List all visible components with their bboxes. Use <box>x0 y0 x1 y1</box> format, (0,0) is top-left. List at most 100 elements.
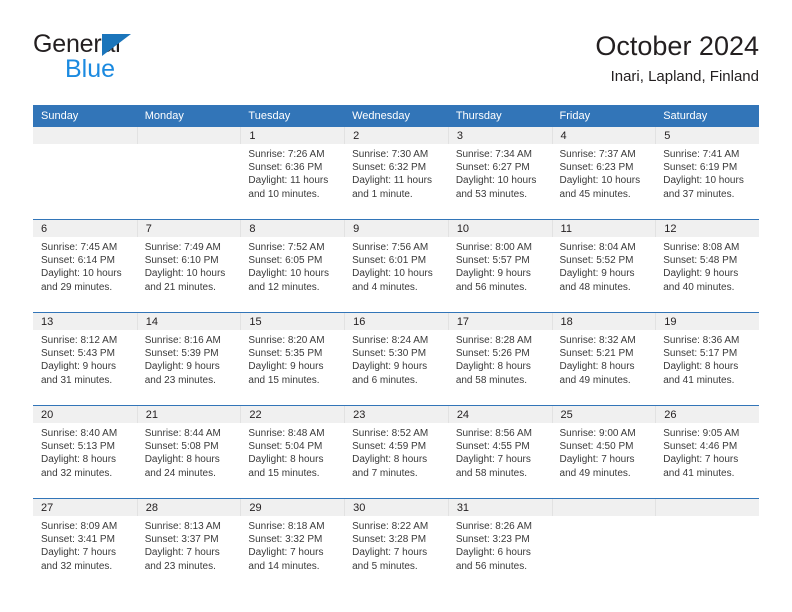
day-sun-info: Sunrise: 8:36 AM Sunset: 5:17 PM Daylight:… <box>655 330 759 387</box>
weekday-header-friday: Friday <box>551 105 656 127</box>
daylight-duration-line2: and 37 minutes. <box>663 188 735 200</box>
sunset-time: Sunset: 4:50 PM <box>559 441 634 453</box>
calendar-day-cell[interactable]: 4 Sunrise: 7:37 AM Sunset: 6:23 PM Daylight… <box>551 127 656 220</box>
sunrise-time: Sunrise: 8:26 AM <box>455 521 532 532</box>
calendar-day-cell[interactable]: 25 Sunrise: 9:00 AM Sunset: 4:50 PM Dayligh… <box>551 405 656 499</box>
calendar-week-row: 20 Sunrise: 8:40 AM Sunset: 5:13 PM Dayligh… <box>33 405 759 499</box>
calendar-day-cell[interactable]: 5 Sunrise: 7:41 AM Sunset: 6:19 PM Daylight… <box>655 127 759 220</box>
day-number: 11 <box>551 220 656 237</box>
sunset-time: Sunset: 4:59 PM <box>352 441 427 453</box>
calendar-day-cell[interactable]: 18 Sunrise: 8:32 AM Sunset: 5:21 PM Dayligh… <box>551 312 656 406</box>
calendar-day-cell[interactable]: 26 Sunrise: 9:05 AM Sunset: 4:46 PM Dayligh… <box>655 405 759 499</box>
daylight-duration-line2: and 6 minutes. <box>352 374 418 386</box>
day-cell-inner <box>33 127 137 219</box>
daylight-duration-line2: and 7 minutes. <box>352 467 418 479</box>
calendar-day-cell[interactable]: 8 Sunrise: 7:52 AM Sunset: 6:05 PM Daylight… <box>240 219 345 313</box>
day-number <box>655 499 759 516</box>
daylight-duration-line2: and 14 minutes. <box>248 560 320 572</box>
calendar-day-cell[interactable]: 21 Sunrise: 8:44 AM Sunset: 5:08 PM Dayligh… <box>136 405 241 499</box>
daylight-duration-line2: and 58 minutes. <box>455 374 527 386</box>
calendar-day-cell[interactable]: 17 Sunrise: 8:28 AM Sunset: 5:26 PM Dayligh… <box>447 312 552 406</box>
daylight-duration-line1: Daylight: 9 hours <box>455 268 531 280</box>
day-number: 28 <box>136 499 241 516</box>
calendar-day-cell[interactable]: 11 Sunrise: 8:04 AM Sunset: 5:52 PM Dayligh… <box>551 219 656 313</box>
day-cell-inner: 2 Sunrise: 7:30 AM Sunset: 6:32 PM Daylight… <box>344 127 448 219</box>
daylight-duration-line1: Daylight: 10 hours <box>352 268 433 280</box>
day-sun-info: Sunrise: 8:24 AM Sunset: 5:30 PM Daylight:… <box>344 330 448 387</box>
calendar-day-cell[interactable]: 19 Sunrise: 8:36 AM Sunset: 5:17 PM Dayligh… <box>655 312 759 406</box>
day-number: 29 <box>240 499 345 516</box>
daylight-duration-line2: and 15 minutes. <box>248 467 320 479</box>
daylight-duration-line1: Daylight: 8 hours <box>559 361 635 373</box>
calendar-day-cell[interactable]: 9 Sunrise: 7:56 AM Sunset: 6:01 PM Daylight… <box>344 219 448 313</box>
daylight-duration-line1: Daylight: 9 hours <box>663 268 739 280</box>
calendar-day-cell[interactable]: 13 Sunrise: 8:12 AM Sunset: 5:43 PM Dayligh… <box>33 312 137 406</box>
calendar-day-cell[interactable]: 7 Sunrise: 7:49 AM Sunset: 6:10 PM Daylight… <box>136 219 241 313</box>
sunrise-time: Sunrise: 8:52 AM <box>352 428 429 439</box>
calendar-day-cell[interactable]: 31 Sunrise: 8:26 AM Sunset: 3:23 PM Dayligh… <box>447 498 552 591</box>
daylight-duration-line1: Daylight: 9 hours <box>352 361 428 373</box>
weekday-header-row: Sunday Monday Tuesday Wednesday Thursday… <box>33 105 759 127</box>
calendar-day-cell[interactable]: 22 Sunrise: 8:48 AM Sunset: 5:04 PM Dayligh… <box>240 405 345 499</box>
calendar-day-cell[interactable]: 6 Sunrise: 7:45 AM Sunset: 6:14 PM Daylight… <box>33 219 137 313</box>
day-cell-inner: 13 Sunrise: 8:12 AM Sunset: 5:43 PM Dayligh… <box>33 313 137 405</box>
calendar-day-cell[interactable]: 3 Sunrise: 7:34 AM Sunset: 6:27 PM Daylight… <box>447 127 552 220</box>
calendar-day-cell[interactable]: 15 Sunrise: 8:20 AM Sunset: 5:35 PM Dayligh… <box>240 312 345 406</box>
calendar-empty-cell <box>33 127 137 220</box>
calendar-day-cell[interactable]: 29 Sunrise: 8:18 AM Sunset: 3:32 PM Dayligh… <box>240 498 345 591</box>
calendar-day-cell[interactable]: 2 Sunrise: 7:30 AM Sunset: 6:32 PM Daylight… <box>344 127 448 220</box>
daylight-duration-line1: Daylight: 6 hours <box>455 547 531 559</box>
daylight-duration-line1: Daylight: 11 hours <box>352 175 432 187</box>
logo-text-blue: Blue <box>65 55 116 83</box>
sunset-time: Sunset: 6:36 PM <box>248 162 323 174</box>
calendar-day-cell[interactable]: 27 Sunrise: 8:09 AM Sunset: 3:41 PM Dayligh… <box>33 498 137 591</box>
generalblue-logo[interactable]: General Blue <box>33 30 263 90</box>
day-number: 27 <box>33 499 137 516</box>
sunset-time: Sunset: 5:52 PM <box>559 255 634 267</box>
daylight-duration-line2: and 15 minutes. <box>248 374 320 386</box>
calendar-day-cell[interactable]: 12 Sunrise: 8:08 AM Sunset: 5:48 PM Dayligh… <box>655 219 759 313</box>
sunset-time: Sunset: 5:57 PM <box>455 255 530 267</box>
daylight-duration-line1: Daylight: 7 hours <box>352 547 428 559</box>
sunrise-time: Sunrise: 7:34 AM <box>455 149 532 160</box>
calendar-day-cell[interactable]: 23 Sunrise: 8:52 AM Sunset: 4:59 PM Dayligh… <box>344 405 448 499</box>
sunrise-time: Sunrise: 8:44 AM <box>144 428 221 439</box>
calendar-day-cell[interactable]: 16 Sunrise: 8:24 AM Sunset: 5:30 PM Dayligh… <box>344 312 448 406</box>
day-number <box>136 127 241 144</box>
sunrise-time: Sunrise: 8:16 AM <box>144 335 221 346</box>
day-sun-info: Sunrise: 8:04 AM Sunset: 5:52 PM Daylight:… <box>552 237 656 294</box>
calendar-day-cell[interactable]: 14 Sunrise: 8:16 AM Sunset: 5:39 PM Dayligh… <box>136 312 241 406</box>
daylight-duration-line2: and 29 minutes. <box>41 281 113 293</box>
daylight-duration-line2: and 48 minutes. <box>559 281 631 293</box>
triangle-icon <box>102 34 131 56</box>
calendar-day-cell[interactable]: 20 Sunrise: 8:40 AM Sunset: 5:13 PM Dayligh… <box>33 405 137 499</box>
day-sun-info: Sunrise: 7:37 AM Sunset: 6:23 PM Daylight:… <box>552 144 656 201</box>
calendar-day-cell[interactable]: 10 Sunrise: 8:00 AM Sunset: 5:57 PM Dayligh… <box>447 219 552 313</box>
sunset-time: Sunset: 6:10 PM <box>144 255 219 267</box>
day-number: 12 <box>655 220 759 237</box>
calendar-day-cell[interactable]: 1 Sunrise: 7:26 AM Sunset: 6:36 PM Daylight… <box>240 127 345 220</box>
day-cell-inner: 11 Sunrise: 8:04 AM Sunset: 5:52 PM Dayligh… <box>551 220 656 312</box>
day-cell-inner <box>655 499 759 591</box>
day-sun-info: Sunrise: 8:20 AM Sunset: 5:35 PM Daylight:… <box>240 330 344 387</box>
calendar-day-cell[interactable]: 30 Sunrise: 8:22 AM Sunset: 3:28 PM Dayligh… <box>344 498 448 591</box>
day-number <box>551 499 656 516</box>
day-number: 2 <box>344 127 448 144</box>
daylight-duration-line1: Daylight: 8 hours <box>144 454 220 466</box>
sunset-time: Sunset: 3:23 PM <box>455 534 530 546</box>
daylight-duration-line1: Daylight: 9 hours <box>144 361 220 373</box>
calendar-day-cell[interactable]: 24 Sunrise: 8:56 AM Sunset: 4:55 PM Dayligh… <box>447 405 552 499</box>
weekday-header-wednesday: Wednesday <box>344 105 448 127</box>
day-number: 24 <box>447 406 552 423</box>
day-number: 22 <box>240 406 345 423</box>
daylight-duration-line2: and 32 minutes. <box>41 467 113 479</box>
sunset-time: Sunset: 6:14 PM <box>41 255 115 267</box>
sunrise-time: Sunrise: 8:12 AM <box>41 335 118 346</box>
sunset-time: Sunset: 3:32 PM <box>248 534 323 546</box>
sunset-time: Sunset: 6:32 PM <box>352 162 427 174</box>
calendar-day-cell[interactable]: 28 Sunrise: 8:13 AM Sunset: 3:37 PM Dayligh… <box>136 498 241 591</box>
day-sun-info: Sunrise: 8:40 AM Sunset: 5:13 PM Daylight:… <box>33 423 137 480</box>
weekday-header-monday: Monday <box>136 105 241 127</box>
daylight-duration-line2: and 21 minutes. <box>144 281 216 293</box>
day-cell-inner: 18 Sunrise: 8:32 AM Sunset: 5:21 PM Dayligh… <box>551 313 656 405</box>
